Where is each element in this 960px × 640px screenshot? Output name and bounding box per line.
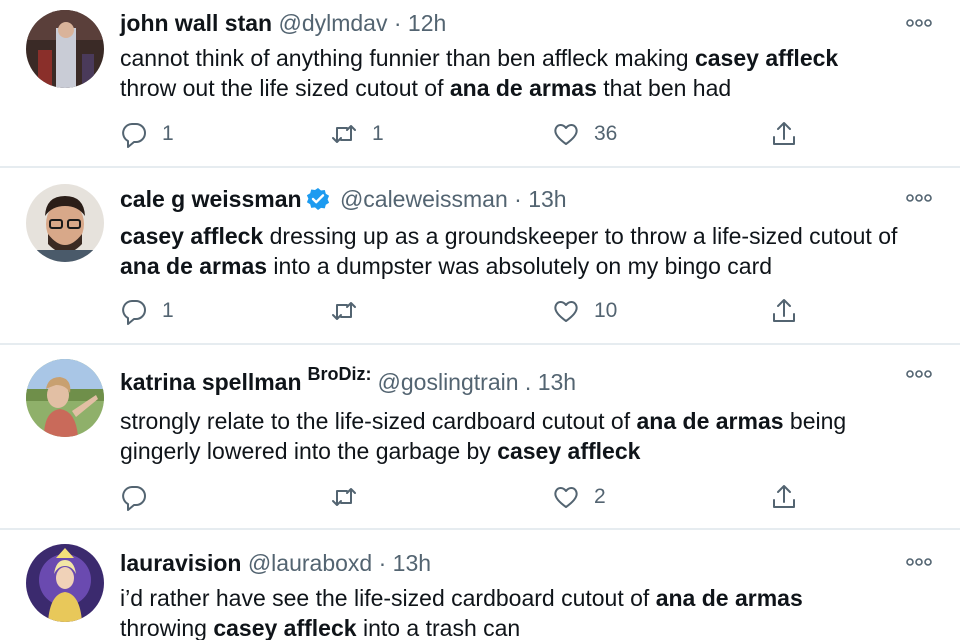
avatar-image bbox=[26, 544, 104, 622]
retweet-icon bbox=[332, 125, 356, 143]
user-handle[interactable]: @caleweissman bbox=[340, 186, 508, 212]
text-run-bold: ana de armas bbox=[655, 585, 803, 611]
timestamp[interactable]: 12h bbox=[408, 10, 446, 36]
reply-button[interactable] bbox=[120, 482, 162, 512]
heart-icon bbox=[554, 301, 578, 322]
reply-icon bbox=[122, 300, 146, 325]
text-run-bold: casey affleck bbox=[497, 438, 641, 464]
display-name[interactable]: john wall stan bbox=[120, 10, 272, 36]
reply-count: 1 bbox=[162, 299, 174, 322]
tweet-text: i’d rather have see the life-sized cardb… bbox=[120, 583, 930, 640]
heart-icon bbox=[554, 487, 578, 508]
retweet-button[interactable] bbox=[330, 482, 372, 512]
like-count: 2 bbox=[594, 485, 606, 508]
text-run: i’d rather have see the life-sized cardb… bbox=[120, 585, 656, 611]
tweet-header: lauravision @lauraboxd · 13h bbox=[120, 550, 900, 577]
tweet-header: katrina spellman BroDiz: @goslingtrain . 1… bbox=[120, 364, 900, 396]
avatar-image bbox=[26, 184, 104, 262]
reply-button[interactable]: 1 bbox=[120, 296, 174, 326]
tweet[interactable]: katrina spellman BroDiz: @goslingtrain . 1… bbox=[0, 345, 960, 530]
display-name[interactable]: katrina spellman bbox=[120, 369, 302, 395]
share-button[interactable] bbox=[770, 482, 798, 512]
text-run: that ben had bbox=[596, 75, 732, 101]
overlay-label: BroDiz: bbox=[307, 364, 372, 384]
retweet-count: 1 bbox=[372, 122, 384, 145]
text-run-bold: casey affleck bbox=[694, 45, 839, 71]
separator-dot: · bbox=[514, 186, 522, 212]
share-icon bbox=[773, 122, 795, 145]
retweet-button[interactable] bbox=[330, 296, 372, 326]
text-run: throwing bbox=[120, 615, 214, 640]
like-count: 36 bbox=[594, 122, 618, 145]
separator-dot: . bbox=[524, 369, 532, 395]
avatar[interactable] bbox=[26, 544, 104, 622]
user-handle[interactable]: @dylmdav bbox=[278, 10, 387, 36]
text-run: throw out the life sized cutout of bbox=[120, 75, 450, 101]
tweet-text: strongly relate to the life-sized cardbo… bbox=[120, 406, 930, 466]
tweet-actions: 1 1 36 bbox=[120, 119, 820, 149]
timestamp[interactable]: 13h bbox=[393, 550, 431, 576]
text-run: into a dumpster was absolutely on my bin… bbox=[267, 253, 773, 279]
heart-icon bbox=[554, 124, 578, 145]
avatar[interactable] bbox=[26, 10, 104, 88]
tweet[interactable]: lauravision @lauraboxd · 13h i’d rather … bbox=[0, 530, 960, 640]
reply-count: 1 bbox=[162, 122, 174, 145]
tweet[interactable]: cale g weissman @caleweissman · 13h case… bbox=[0, 168, 960, 345]
more-options-icon[interactable] bbox=[906, 193, 932, 203]
avatar[interactable] bbox=[26, 184, 104, 262]
text-run-bold: ana de armas bbox=[449, 75, 597, 101]
display-name[interactable]: lauravision bbox=[120, 550, 241, 576]
tweet-actions: 1 10 bbox=[120, 296, 820, 326]
user-handle[interactable]: @lauraboxd bbox=[248, 550, 372, 576]
text-run-bold: ana de armas bbox=[636, 408, 784, 434]
share-button[interactable] bbox=[770, 296, 798, 326]
like-button[interactable]: 2 bbox=[552, 482, 606, 512]
user-handle[interactable]: @goslingtrain bbox=[378, 369, 519, 395]
share-icon bbox=[773, 485, 795, 508]
verified-badge-icon bbox=[306, 188, 329, 210]
retweet-icon bbox=[332, 302, 356, 320]
more-options-icon[interactable] bbox=[906, 18, 932, 28]
tweet-actions: 2 bbox=[120, 482, 820, 512]
text-run-bold: casey affleck bbox=[213, 615, 357, 640]
tweet-text: casey affleck dressing up as a groundske… bbox=[120, 221, 930, 281]
tweet-text: cannot think of anything funnier than be… bbox=[120, 43, 930, 103]
tweet[interactable]: john wall stan @dylmdav · 12h cannot thi… bbox=[0, 0, 960, 168]
retweet-icon bbox=[332, 488, 356, 506]
text-run: cannot think of anything funnier than be… bbox=[120, 45, 695, 71]
avatar-image bbox=[26, 359, 104, 437]
timestamp[interactable]: 13h bbox=[528, 186, 566, 212]
tweet-header: john wall stan @dylmdav · 12h bbox=[120, 10, 900, 37]
text-run: dressing up as a groundskeeper to throw … bbox=[263, 223, 898, 249]
timestamp[interactable]: 13h bbox=[538, 369, 576, 395]
text-run: strongly relate to the life-sized cardbo… bbox=[120, 408, 637, 434]
like-button[interactable]: 36 bbox=[552, 119, 617, 149]
reply-icon bbox=[122, 123, 146, 148]
like-count: 10 bbox=[594, 299, 618, 322]
text-run-bold: ana de armas bbox=[120, 253, 268, 279]
share-icon bbox=[773, 299, 795, 322]
reply-icon bbox=[122, 486, 146, 511]
display-name[interactable]: cale g weissman bbox=[120, 186, 302, 212]
retweet-button[interactable]: 1 bbox=[330, 119, 384, 149]
text-run-bold: casey affleck bbox=[120, 223, 264, 249]
share-button[interactable] bbox=[770, 119, 798, 149]
separator-dot: · bbox=[378, 550, 387, 576]
like-button[interactable]: 10 bbox=[552, 296, 617, 326]
tweet-header: cale g weissman @caleweissman · 13h bbox=[120, 186, 900, 213]
more-options-icon[interactable] bbox=[906, 369, 932, 379]
more-options-icon[interactable] bbox=[906, 557, 932, 567]
avatar-image bbox=[26, 10, 104, 88]
separator-dot: · bbox=[393, 10, 402, 36]
avatar[interactable] bbox=[26, 359, 104, 437]
text-run: into a trash can bbox=[356, 615, 521, 640]
reply-button[interactable]: 1 bbox=[120, 119, 174, 149]
